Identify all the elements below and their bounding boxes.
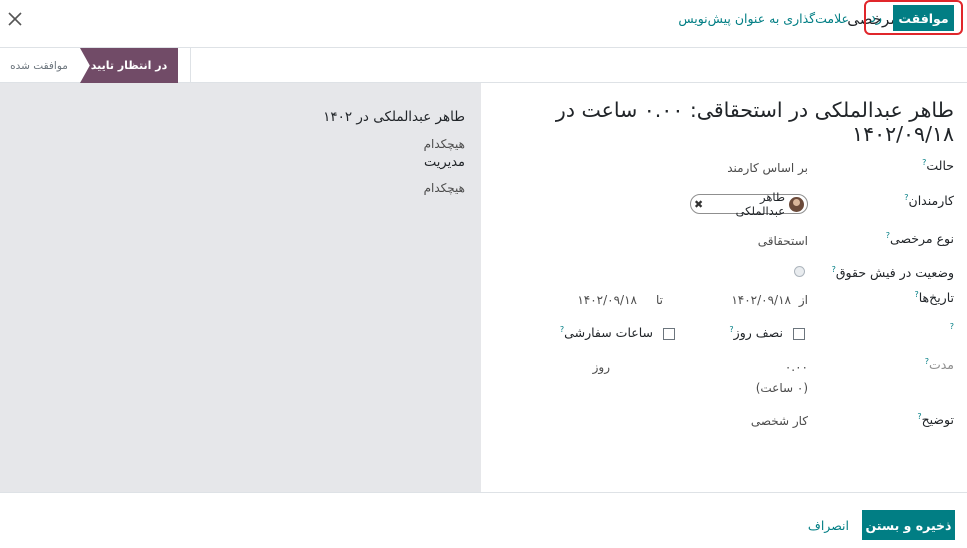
duration-days-value[interactable]: ۰.۰۰: [785, 360, 808, 374]
dates-label: تاریخ‌ها?: [914, 290, 954, 306]
stage-approved[interactable]: موافقت شده: [0, 48, 78, 83]
help-marker: ?: [948, 322, 954, 337]
employee-tag-label: طاهر عبدالملکی: [735, 190, 786, 218]
description-value[interactable]: کار شخصی: [751, 414, 808, 428]
employees-label: کارمندان?: [904, 193, 954, 209]
close-icon: [8, 12, 22, 26]
employee-tag[interactable]: طاهر عبدالملکی ✖: [690, 190, 808, 218]
side-panel-line: مدیریت: [424, 155, 465, 170]
date-to-prefix: تا: [656, 293, 663, 307]
date-to-input[interactable]: ۱۴۰۲/۰۹/۱۸: [577, 293, 637, 307]
leave-type-label: نوع مرخصی?: [885, 231, 954, 247]
help-icon[interactable]: ?: [950, 322, 954, 331]
avatar: [789, 196, 804, 212]
close-button[interactable]: [6, 10, 24, 28]
half-day-checkbox[interactable]: [793, 328, 805, 340]
refuse-button[interactable]: رد: [864, 5, 888, 31]
side-panel-line: هیچکدام: [423, 137, 465, 151]
remove-tag-icon[interactable]: ✖: [694, 198, 703, 211]
side-panel: طاهر عبدالملکی در ۱۴۰۲ هیچکدام مدیریت هی…: [0, 83, 481, 492]
duration-hours-value: (۰ ساعت): [755, 381, 808, 395]
payslip-status-radio[interactable]: [794, 266, 805, 277]
description-label: توضیح?: [917, 412, 954, 428]
side-panel-title: طاهر عبدالملکی در ۱۴۰۲: [323, 109, 465, 125]
duration-unit: روز: [592, 360, 610, 374]
half-day-label: نصف روز?: [729, 325, 783, 341]
mode-label: حالت?: [922, 158, 954, 174]
side-panel-line: هیچکدام: [423, 181, 465, 195]
save-and-close-button[interactable]: ذخیره و بستن: [862, 510, 955, 540]
discard-button[interactable]: انصراف: [808, 510, 849, 540]
payslip-status-label: وضعیت در فیش حقوق?: [831, 265, 954, 281]
modal-footer: ذخیره و بستن انصراف: [0, 492, 967, 548]
date-from-prefix: از: [798, 293, 808, 307]
mark-as-draft-button[interactable]: علامت‌گذاری به عنوان پیش‌نویس: [678, 5, 849, 31]
date-from-input[interactable]: ۱۴۰۲/۰۹/۱۸: [731, 293, 791, 307]
mode-value[interactable]: بر اساس کارمند: [727, 161, 808, 175]
custom-hours-checkbox[interactable]: [663, 328, 675, 340]
leave-type-value[interactable]: استحقاقی: [758, 234, 808, 248]
page-title: طاهر عبدالملکی در استحقاقی: ۰.۰۰ ساعت در…: [555, 98, 954, 146]
statusbar-divider: [190, 48, 191, 83]
custom-hours-label: ساعات سفارشی?: [559, 325, 653, 341]
stage-to-approve[interactable]: در انتظار تایید: [80, 48, 178, 83]
duration-label: مدت?: [924, 357, 954, 373]
